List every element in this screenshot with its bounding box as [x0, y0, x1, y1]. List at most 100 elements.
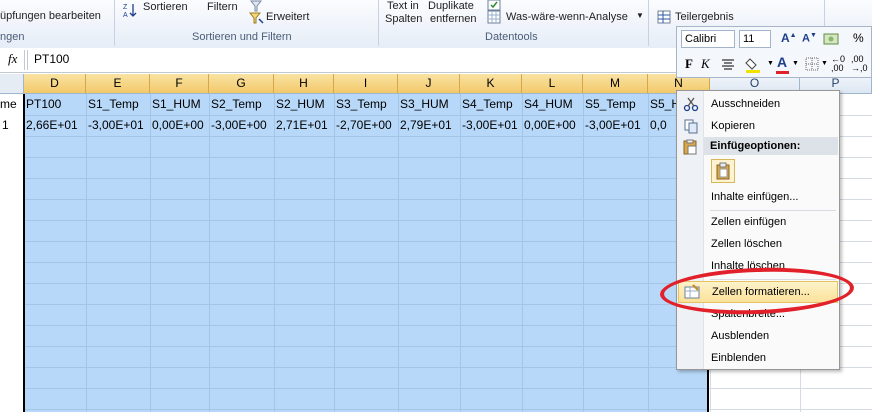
row-gridline-selected — [24, 367, 708, 368]
header-cell-h[interactable]: S2_HUM — [274, 94, 334, 115]
formula-input[interactable]: PT100 — [34, 52, 69, 66]
font-size-box[interactable]: 11 — [739, 30, 771, 48]
align-center-icon[interactable] — [721, 58, 735, 72]
menu-item-delete-cells[interactable]: Zellen löschen — [678, 233, 838, 255]
column-gridline — [583, 94, 584, 412]
column-gridline — [209, 94, 210, 412]
bold-button[interactable]: F — [685, 56, 693, 72]
value-cell-h[interactable]: 2,71E+01 — [274, 115, 334, 136]
value-cell-k[interactable]: -3,00E+01 — [460, 115, 522, 136]
menu-item-paste-special[interactable]: Inhalte einfügen... — [678, 186, 838, 208]
borders-dropdown-icon[interactable]: ▼ — [821, 60, 828, 67]
header-cell-j[interactable]: S3_HUM — [398, 94, 460, 115]
fill-color-icon[interactable] — [745, 55, 763, 73]
text-to-columns-label-2[interactable]: Spalten — [385, 13, 422, 25]
row-header-strip — [0, 94, 24, 412]
shrink-font-icon[interactable]: A▼ — [802, 32, 817, 45]
column-header-h[interactable]: H — [274, 74, 334, 94]
remove-duplicates-label-1[interactable]: Duplikate — [428, 0, 474, 12]
header-cell-g[interactable]: S2_Temp — [209, 94, 274, 115]
column-header-d[interactable]: D — [24, 74, 86, 94]
grow-font-icon[interactable]: A▲ — [781, 31, 797, 45]
selection-left-border — [23, 94, 25, 412]
row-gridline-selected — [24, 178, 708, 179]
header-cell-l[interactable]: S4_HUM — [522, 94, 583, 115]
value-cell-l[interactable]: 0,00E+00 — [522, 115, 583, 136]
column-header-k[interactable]: K — [460, 74, 522, 94]
text-to-columns-label-1[interactable]: Text in — [387, 0, 419, 12]
svg-text:A: A — [123, 12, 128, 18]
column-gridline — [398, 94, 399, 412]
column-header-j[interactable]: J — [398, 74, 460, 94]
dropdown-arrow-icon[interactable]: ▼ — [636, 11, 644, 20]
value-cell-d[interactable]: 2,66E+01 — [24, 115, 86, 136]
value-cell-j[interactable]: 2,79E+01 — [398, 115, 460, 136]
header-cell-m[interactable]: S5_Temp — [583, 94, 648, 115]
column-header-e[interactable]: E — [86, 74, 150, 94]
menu-item-label: Zellen löschen — [711, 238, 782, 250]
header-cell-k[interactable]: S4_Temp — [460, 94, 522, 115]
menu-item-label: Ausschneiden — [711, 98, 781, 110]
row-gridline-selected — [24, 388, 708, 389]
paste-options-header: Einfügeoptionen: — [704, 137, 838, 155]
selected-range[interactable] — [24, 94, 708, 412]
paste-option-button[interactable] — [711, 159, 735, 183]
value-cell-g[interactable]: -3,00E+00 — [209, 115, 274, 136]
value-cell-e[interactable]: -3,00E+01 — [86, 115, 150, 136]
font-color-dropdown-icon[interactable]: ▼ — [792, 60, 799, 67]
subtotal-icon[interactable] — [656, 9, 672, 25]
row-gridline-selected — [24, 199, 708, 200]
what-if-analysis-button[interactable]: Was-wäre-wenn-Analyse — [506, 11, 628, 23]
accounting-format-icon[interactable] — [823, 31, 839, 47]
row-gridline-selected — [24, 409, 708, 410]
sort-filter-group-title: Sortieren und Filtern — [192, 31, 292, 43]
percent-style-icon[interactable]: % — [853, 31, 864, 45]
header-cell-d[interactable]: PT100 — [24, 94, 86, 115]
select-all-corner[interactable] — [0, 74, 24, 94]
column-header-m[interactable]: M — [583, 74, 648, 94]
data-tools-group-title: Datentools — [485, 31, 538, 43]
column-header-f[interactable]: F — [150, 74, 209, 94]
menu-item-cut[interactable]: Ausschneiden — [678, 93, 838, 115]
column-header-g[interactable]: G — [209, 74, 274, 94]
subtotal-button[interactable]: Teilergebnis — [675, 11, 734, 23]
context-menu: Ausschneiden Kopieren Einfügeoptionen: I… — [676, 90, 840, 370]
what-if-icon[interactable] — [486, 9, 502, 25]
header-cell-i[interactable]: S3_Temp — [334, 94, 398, 115]
menu-item-copy[interactable]: Kopieren — [678, 115, 838, 137]
value-cell-m[interactable]: -3,00E+01 — [583, 115, 648, 136]
copy-icon — [684, 119, 698, 134]
paste-options-label: Einfügeoptionen: — [710, 140, 801, 152]
ribbon-separator — [114, 0, 115, 46]
row-gridline-selected — [24, 241, 708, 242]
fill-color-dropdown-icon[interactable]: ▼ — [767, 60, 774, 67]
menu-item-insert-cells[interactable]: Zellen einfügen — [678, 211, 838, 233]
filter-button[interactable]: Filtern — [207, 1, 238, 13]
decrease-decimal-icon[interactable]: ,00 →,0 — [851, 55, 868, 73]
increase-decimal-icon[interactable]: ←0,00 — [831, 55, 845, 73]
row-gridline-selected — [24, 304, 708, 305]
sort-button[interactable]: Sortieren — [143, 1, 188, 13]
menu-item-label: Ausblenden — [711, 330, 770, 342]
advanced-button[interactable]: Erweitert — [266, 11, 309, 23]
advanced-filter-icon[interactable] — [248, 10, 264, 26]
header-cell-e[interactable]: S1_Temp — [86, 94, 150, 115]
menu-item-hide[interactable]: Ausblenden — [678, 325, 838, 347]
sort-az-icon[interactable]: Z A — [122, 2, 138, 18]
italic-icon[interactable]: K — [701, 56, 710, 72]
font-color-icon[interactable]: A — [777, 54, 787, 70]
value-cell-i[interactable]: -2,70E+00 — [334, 115, 398, 136]
remove-duplicates-label-2[interactable]: entfernen — [430, 13, 476, 25]
borders-icon[interactable] — [805, 57, 819, 71]
menu-item-unhide[interactable]: Einblenden — [678, 347, 838, 369]
column-gridline — [86, 94, 87, 412]
header-cell-f[interactable]: S1_HUM — [150, 94, 209, 115]
column-header-l[interactable]: L — [522, 74, 583, 94]
value-cell-f[interactable]: 0,00E+00 — [150, 115, 209, 136]
column-header-i[interactable]: I — [334, 74, 398, 94]
fx-icon[interactable]: fx — [8, 51, 17, 67]
font-color-bar — [776, 71, 789, 74]
font-name-box[interactable]: Calibri — [681, 30, 735, 48]
menu-item-label: Zellen einfügen — [711, 216, 787, 228]
ribbon-truncated-label[interactable]: üpfungen bearbeiten — [0, 10, 101, 22]
